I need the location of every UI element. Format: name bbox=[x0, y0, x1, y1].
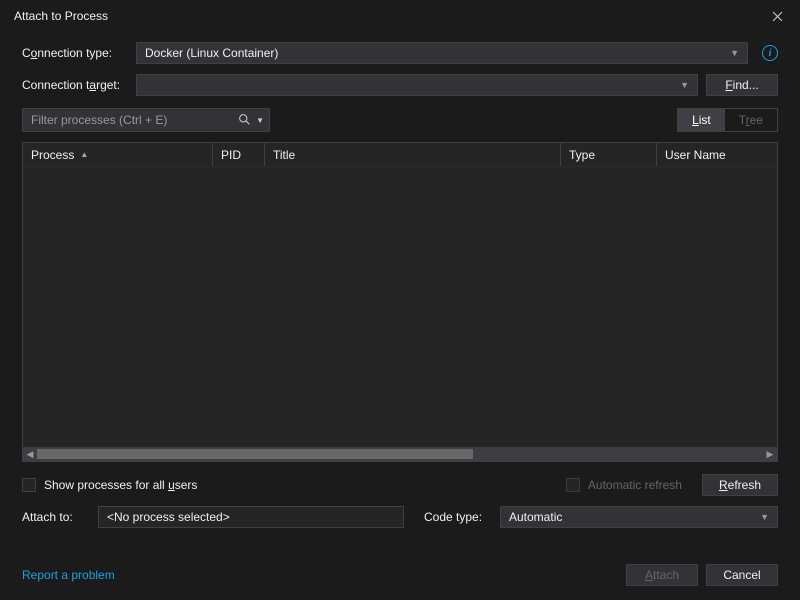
chevron-down-icon[interactable]: ▼ bbox=[256, 116, 264, 125]
column-type[interactable]: Type bbox=[561, 143, 657, 166]
chevron-down-icon: ▼ bbox=[760, 512, 769, 522]
scroll-left-icon[interactable]: ◀ bbox=[23, 449, 37, 460]
checkbox-box bbox=[566, 478, 580, 492]
grid-body[interactable] bbox=[23, 167, 777, 447]
code-type-label: Code type: bbox=[424, 510, 490, 524]
column-pid[interactable]: PID bbox=[213, 143, 265, 166]
attach-to-label: Attach to: bbox=[22, 510, 88, 524]
scrollbar-thumb[interactable] bbox=[37, 449, 473, 459]
automatic-refresh-checkbox: Automatic refresh bbox=[566, 478, 682, 492]
show-all-users-label: Show processes for all users bbox=[44, 478, 197, 492]
report-problem-link[interactable]: Report a problem bbox=[22, 568, 115, 582]
find-button[interactable]: Find... bbox=[706, 74, 778, 96]
connection-type-label: Connection type: bbox=[22, 46, 128, 60]
automatic-refresh-label: Automatic refresh bbox=[588, 478, 682, 492]
view-mode-segmented: List Tree bbox=[677, 108, 778, 132]
connection-type-select[interactable]: Docker (Linux Container) ▼ bbox=[136, 42, 748, 64]
filter-input[interactable]: Filter processes (Ctrl + E) ▼ bbox=[22, 108, 270, 132]
column-title[interactable]: Title bbox=[265, 143, 561, 166]
connection-target-label: Connection target: bbox=[22, 78, 128, 92]
chevron-down-icon: ▼ bbox=[680, 80, 689, 90]
connection-type-row: Connection type: Docker (Linux Container… bbox=[22, 42, 778, 64]
column-process[interactable]: Process▲ bbox=[23, 143, 213, 166]
process-grid: Process▲ PID Title Type User Name ◀ ▶ bbox=[22, 142, 778, 462]
attach-button: Attach bbox=[626, 564, 698, 586]
dialog-title: Attach to Process bbox=[14, 9, 754, 23]
footer: Report a problem Attach Cancel bbox=[0, 556, 800, 600]
view-tree-button[interactable]: Tree bbox=[725, 109, 777, 131]
horizontal-scrollbar[interactable]: ◀ ▶ bbox=[23, 447, 777, 461]
titlebar: Attach to Process bbox=[0, 0, 800, 32]
checkbox-box bbox=[22, 478, 36, 492]
close-icon bbox=[772, 11, 783, 22]
attach-to-value: <No process selected> bbox=[98, 506, 404, 528]
connection-type-value: Docker (Linux Container) bbox=[145, 46, 278, 60]
info-icon[interactable]: i bbox=[762, 45, 778, 61]
scroll-right-icon[interactable]: ▶ bbox=[763, 449, 777, 460]
code-type-select[interactable]: Automatic ▼ bbox=[500, 506, 778, 528]
search-icon[interactable] bbox=[238, 113, 251, 129]
scrollbar-track[interactable] bbox=[37, 447, 763, 461]
cancel-button[interactable]: Cancel bbox=[706, 564, 778, 586]
show-all-users-checkbox[interactable]: Show processes for all users bbox=[22, 478, 197, 492]
connection-target-select[interactable]: ▼ bbox=[136, 74, 698, 96]
attach-row: Attach to: <No process selected> Code ty… bbox=[22, 506, 778, 528]
close-button[interactable] bbox=[754, 0, 800, 32]
chevron-down-icon: ▼ bbox=[730, 48, 739, 58]
grid-header: Process▲ PID Title Type User Name bbox=[23, 143, 777, 167]
attach-to-process-dialog: Attach to Process Connection type: Docke… bbox=[0, 0, 800, 600]
filter-row: Filter processes (Ctrl + E) ▼ List Tree bbox=[22, 108, 778, 132]
connection-target-row: Connection target: ▼ Find... bbox=[22, 74, 778, 96]
filter-placeholder: Filter processes (Ctrl + E) bbox=[31, 113, 167, 127]
refresh-button[interactable]: Refresh bbox=[702, 474, 778, 496]
view-list-button[interactable]: List bbox=[678, 109, 725, 131]
column-user[interactable]: User Name bbox=[657, 143, 777, 166]
sort-asc-icon: ▲ bbox=[80, 150, 88, 159]
code-type-value: Automatic bbox=[509, 510, 562, 524]
